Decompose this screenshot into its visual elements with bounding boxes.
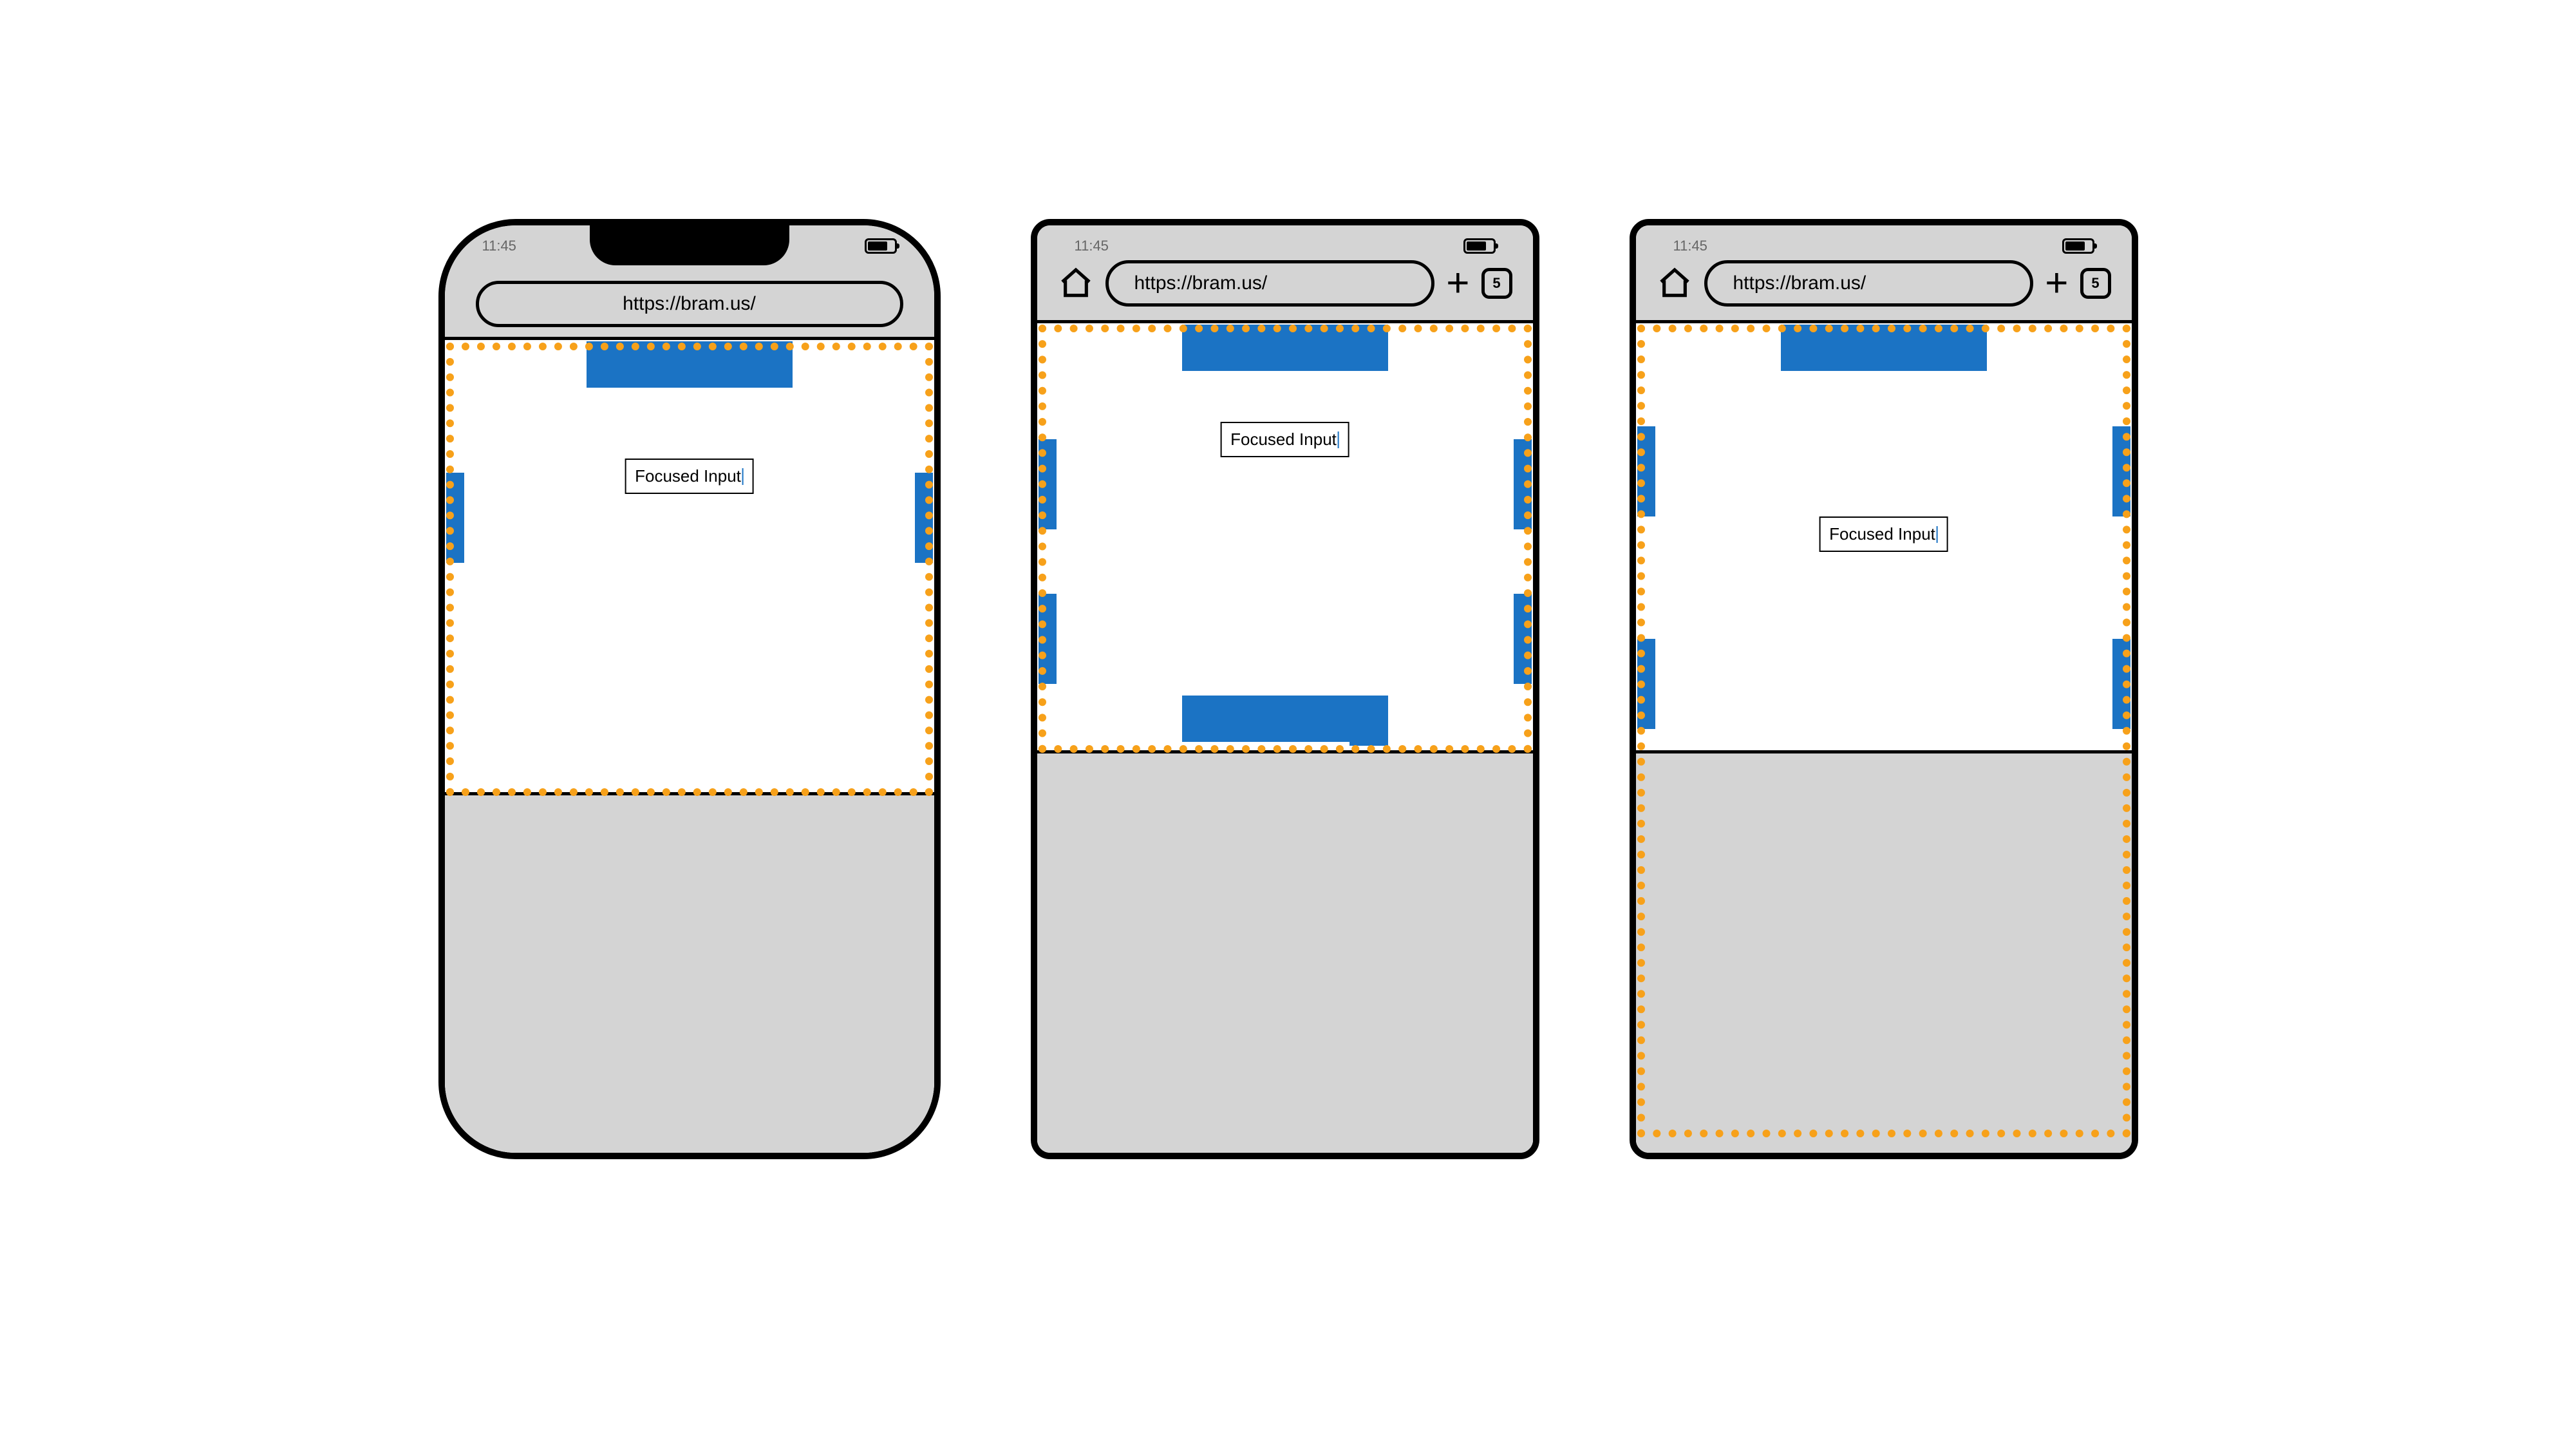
focused-input-label: Focused Input — [1230, 430, 1337, 450]
fixed-right-upper — [2112, 426, 2130, 516]
focused-input[interactable]: Focused Input — [1220, 422, 1349, 457]
fixed-right-upper — [1514, 439, 1532, 529]
fixed-left-mid — [1637, 639, 1655, 729]
url-bar[interactable]: https://bram.us/ — [1704, 260, 2034, 307]
url-bar-row: https://bram.us/ — [445, 281, 934, 327]
fixed-right-lower — [1514, 594, 1532, 684]
url-text: https://bram.us/ — [623, 293, 756, 315]
tab-count-button[interactable]: 5 — [1481, 268, 1512, 299]
fixed-top-center — [1781, 325, 1987, 371]
device-phone-3: 11:45 https://bram.us/ + 5 — [1630, 219, 2138, 1159]
notch — [590, 225, 789, 265]
status-time: 11:45 — [1673, 238, 1707, 254]
url-text: https://bram.us/ — [1134, 272, 1268, 294]
tab-count-button[interactable]: 5 — [2080, 268, 2111, 299]
url-bar[interactable]: https://bram.us/ — [476, 281, 903, 327]
device-phone-2: 11:45 https://bram.us/ + 5 — [1031, 219, 1539, 1159]
fixed-top-center — [587, 341, 793, 388]
keyboard-area — [1636, 750, 2132, 1153]
browser-chrome: 11:45 https://bram.us/ + 5 — [1037, 225, 1533, 323]
fixed-left-upper — [446, 473, 464, 563]
new-tab-button[interactable]: + — [1446, 263, 1469, 303]
focused-input[interactable]: Focused Input — [625, 459, 754, 494]
home-icon[interactable] — [1657, 265, 1693, 301]
text-caret — [742, 468, 744, 485]
fixed-left-lower — [1039, 594, 1057, 684]
focused-input[interactable]: Focused Input — [1819, 516, 1948, 552]
page-content: Focused Input — [1636, 323, 2132, 1153]
url-bar-row: https://bram.us/ + 5 — [1636, 260, 2132, 307]
status-time: 11:45 — [1075, 238, 1109, 254]
url-text: https://bram.us/ — [1733, 272, 1866, 294]
url-bar-row: https://bram.us/ + 5 — [1037, 260, 1533, 307]
fixed-left-upper — [1039, 439, 1057, 529]
keyboard-area — [1037, 750, 1533, 1153]
visual-viewport-outline — [1039, 325, 1532, 753]
page-content: Focused Input — [445, 340, 934, 1153]
battery-icon — [2062, 238, 2094, 254]
device-phone-1: 11:45 https://bram.us/ — [438, 219, 941, 1159]
text-caret — [1937, 526, 1938, 543]
focused-input-label: Focused Input — [635, 466, 741, 486]
new-tab-button[interactable]: + — [2045, 263, 2068, 303]
browser-chrome: 11:45 https://bram.us/ + 5 — [1636, 225, 2132, 323]
visual-viewport-outline — [446, 343, 933, 796]
status-bar: 11:45 — [1037, 233, 1533, 259]
status-time: 11:45 — [482, 238, 516, 254]
keyboard-area — [445, 792, 934, 1153]
fixed-left-upper — [1637, 426, 1655, 516]
text-caret — [1338, 431, 1339, 448]
fixed-right-mid — [2112, 639, 2130, 729]
battery-icon — [865, 238, 897, 254]
fixed-top-center — [1182, 325, 1388, 371]
home-icon[interactable] — [1058, 265, 1094, 301]
page-content: Focused Input — [1037, 323, 1533, 1153]
url-bar[interactable]: https://bram.us/ — [1105, 260, 1435, 307]
focused-input-label: Focused Input — [1829, 524, 1935, 544]
status-bar: 11:45 — [1636, 233, 2132, 259]
fixed-right-upper — [915, 473, 933, 563]
fixed-bottom-right-step — [1349, 728, 1388, 746]
battery-icon — [1463, 238, 1496, 254]
